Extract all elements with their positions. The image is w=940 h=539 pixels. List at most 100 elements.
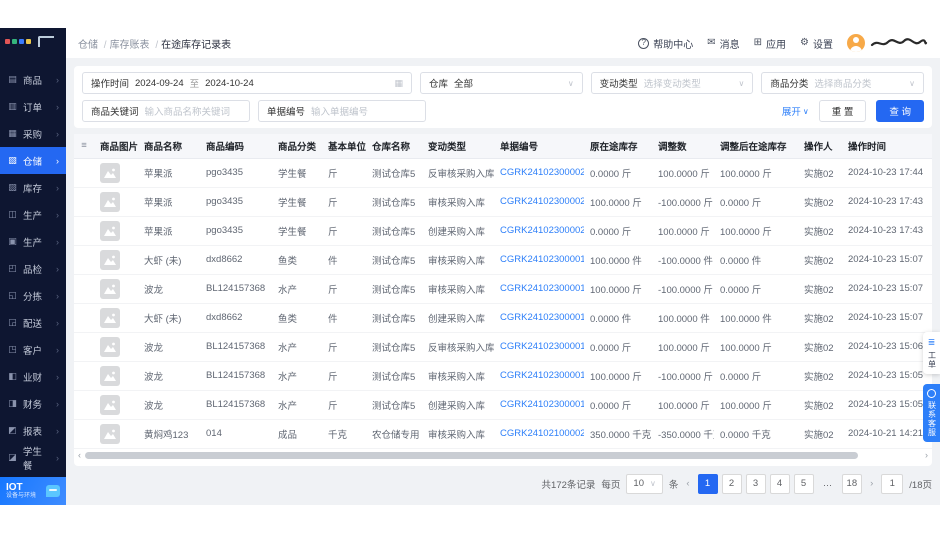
product-image-placeholder [100,365,120,386]
sidebar-item[interactable]: ◲ 配送 › [0,309,66,336]
table-row[interactable]: 波龙 BL124157368 水产 斤 测试仓库5 反审核采购入库 CGRK24… [74,332,932,362]
prev-page-button[interactable]: ‹ [684,478,691,489]
cell-product-image [94,303,138,333]
product-image-placeholder [100,278,120,299]
page-button[interactable]: 4 [769,473,790,494]
sidebar-item[interactable]: ▨ 库存 › [0,174,66,201]
doc-number-link[interactable]: CGRK24102300001 [494,245,584,275]
breadcrumb-item[interactable]: 库存账表 [110,36,162,51]
page-button[interactable]: 18 [841,473,863,494]
cell-product-name: 波龙 [138,274,200,304]
sidebar-item[interactable]: ◪ 学生餐 › [0,444,66,472]
cell-unit: 件 [322,303,366,333]
page-button[interactable]: 3 [745,473,766,494]
page-button[interactable]: 1 [697,473,718,494]
change-type-select[interactable]: 变动类型 选择变动类型 ∨ [590,72,754,94]
iot-banner[interactable]: IOT 设备与环境 [0,477,66,505]
table-row[interactable]: 大虾 (未) dxd8662 鱼类 件 测试仓库5 创建采购入库 CGRK241… [74,303,932,333]
sidebar-item[interactable]: ◩ 报表 › [0,417,66,444]
header-action[interactable]: ✉ 消息 [707,36,739,51]
doc-number-input[interactable]: 单据编号 输入单据编号 [258,100,426,122]
chevron-right-icon: › [56,371,59,382]
column-header: 操作人 [798,134,842,159]
warehouse-select[interactable]: 仓库 全部 ∨ [420,72,583,94]
expand-toggle[interactable]: 展开 ∨ [782,104,809,119]
work-order-tab[interactable]: ≣ 工单 [923,332,940,374]
scroll-right-icon[interactable]: › [925,450,928,460]
cell-before-qty: 100.0000 斤 [584,187,652,217]
sidebar-item[interactable]: ▣ 生产 › [0,228,66,255]
sidebar-item[interactable]: ◱ 分拣 › [0,282,66,309]
cell-adjust-qty: 100.0000 件 [652,303,714,333]
cell-after-qty: 0.0000 斤 [714,187,798,217]
user-menu[interactable] [847,34,928,52]
table-row[interactable]: 波龙 BL124157368 水产 斤 测试仓库5 审核采购入库 CGRK241… [74,274,932,304]
sidebar-item[interactable]: ◨ 财务 › [0,390,66,417]
cell-category: 水产 [272,332,322,362]
next-page-button[interactable]: › [868,478,875,489]
scroll-left-icon[interactable]: ‹ [78,450,81,460]
per-page-select[interactable]: 10 ∨ [626,473,663,494]
cell-adjust-qty: 100.0000 斤 [652,390,714,420]
chevron-right-icon: › [56,290,59,301]
table-row[interactable]: 波龙 BL124157368 水产 斤 测试仓库5 审核采购入库 CGRK241… [74,361,932,391]
doc-number-link[interactable]: CGRK24102300001 [494,332,584,362]
sidebar-item[interactable]: ▧ 仓储 › [0,147,66,174]
sidebar-item[interactable]: ▥ 订单 › [0,93,66,120]
product-image-placeholder [100,249,120,270]
doc-number-link[interactable]: CGRK24102100002 [494,419,584,449]
column-header: 调整数 [652,134,714,159]
header-action[interactable]: ? 帮助中心 [638,36,693,51]
header-action[interactable]: ⚙ 设置 [800,36,833,51]
doc-number-link[interactable]: CGRK24102300002 [494,158,584,188]
scrollbar-thumb[interactable] [85,451,858,459]
table-row[interactable]: 大虾 (未) dxd8662 鱼类 件 测试仓库5 审核采购入库 CGRK241… [74,245,932,275]
product-image-placeholder [100,162,120,183]
query-button[interactable]: 查 询 [876,100,924,122]
horizontal-scrollbar[interactable]: ‹ › [74,449,932,464]
table-row[interactable]: 波龙 BL124157368 水产 斤 测试仓库5 创建采购入库 CGRK241… [74,390,932,420]
doc-number-link[interactable]: CGRK24102300002 [494,187,584,217]
sidebar-item[interactable]: ◫ 生产 › [0,201,66,228]
iot-chat-icon [46,485,60,497]
cell-warehouse: 测试仓库5 [366,245,422,275]
breadcrumb-item[interactable]: 仓储 [78,36,110,51]
cell-time: 2024-10-23 15:05 [842,390,932,420]
doc-number-link[interactable]: CGRK24102300001 [494,390,584,420]
sidebar-item[interactable]: ▦ 采购 › [0,120,66,147]
reset-button[interactable]: 重 置 [818,100,867,122]
purchase-icon: ▦ [8,128,17,138]
inventory-icon: ▨ [8,182,17,192]
sidebar-item[interactable]: ◧ 业财 › [0,363,66,390]
column-settings-icon[interactable]: ≡ [81,140,87,151]
sidebar-item[interactable]: ◰ 品检 › [0,255,66,282]
doc-number-link[interactable]: CGRK24102300002 [494,216,584,246]
breadcrumb-item[interactable]: 在途库存记录表 [161,36,231,51]
page-button[interactable]: 2 [721,473,742,494]
doc-number-link[interactable]: CGRK24102300001 [494,274,584,304]
warehouse-value: 全部 [454,79,474,90]
page-button[interactable]: … [818,474,838,494]
page-button[interactable]: 5 [793,473,814,494]
date-range-filter[interactable]: 操作时间 2024-09-24 至 2024-10-24 ▦ [82,72,412,94]
scrollbar-track[interactable] [83,451,923,459]
doc-number-link[interactable]: CGRK24102300001 [494,361,584,391]
sidebar-item[interactable]: ◳ 客户 › [0,336,66,363]
doc-number-link[interactable]: CGRK24102300001 [494,303,584,333]
sidebar-item[interactable]: ▤ 商品 › [0,66,66,93]
page-jump-input[interactable]: 1 [881,473,904,494]
date-start-value: 2024-09-24 [135,77,184,89]
keyword-input[interactable]: 商品关键词 输入商品名称关键词 [82,100,250,122]
cell-product-name: 黄焖鸡123 [138,419,200,449]
cell-warehouse: 农仓储专用 [366,419,422,449]
cell-adjust-qty: 100.0000 斤 [652,216,714,246]
table-row[interactable]: 黄焖鸡123 014 成品 千克 农仓储专用 审核采购入库 CGRK241021… [74,419,932,449]
cell-category: 水产 [272,361,322,391]
header-action[interactable]: ⊞ 应用 [754,36,786,51]
support-tab[interactable]: 联系客服 [923,384,940,442]
product-category-select[interactable]: 商品分类 选择商品分类 ∨ [761,72,925,94]
table-row[interactable]: 苹果派 pgo3435 学生餐 斤 测试仓库5 审核采购入库 CGRK24102… [74,187,932,217]
column-header: 商品名称 [138,134,200,159]
table-row[interactable]: 苹果派 pgo3435 学生餐 斤 测试仓库5 反审核采购入库 CGRK2410… [74,158,932,188]
table-row[interactable]: 苹果派 pgo3435 学生餐 斤 测试仓库5 创建采购入库 CGRK24102… [74,216,932,246]
